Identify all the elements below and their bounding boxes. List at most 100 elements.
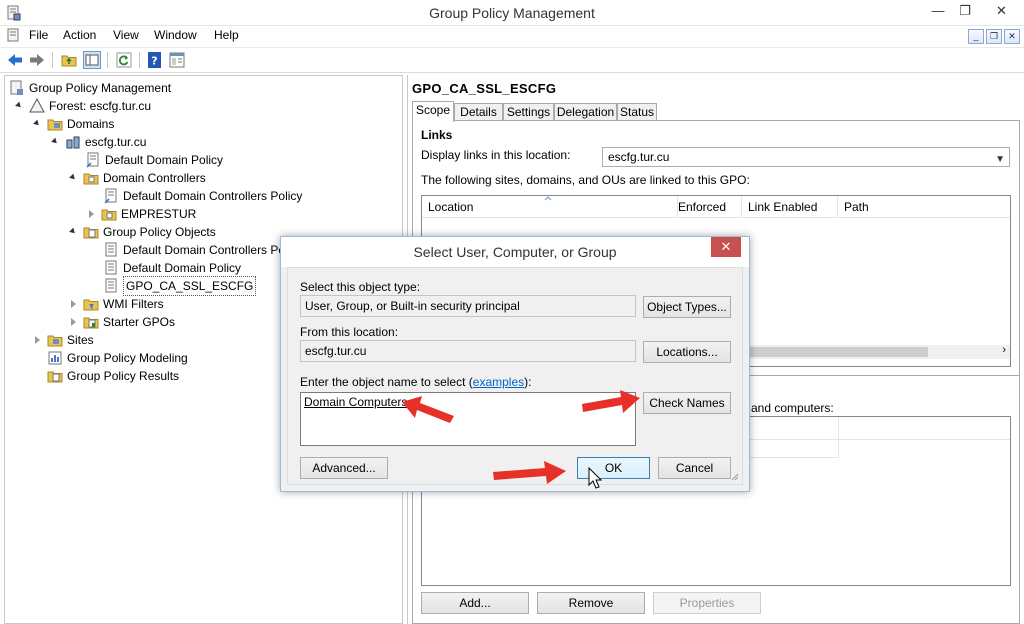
display-links-label: Display links in this location: bbox=[421, 148, 571, 162]
toolbar: ? bbox=[0, 47, 1024, 73]
tab-settings[interactable]: Settings bbox=[503, 103, 554, 121]
modeling-icon bbox=[48, 351, 62, 365]
cancel-button[interactable]: Cancel bbox=[658, 457, 731, 479]
results-icon bbox=[47, 371, 63, 383]
properties-button[interactable]: Properties bbox=[653, 592, 761, 614]
tree-label: Group Policy Results bbox=[67, 369, 180, 383]
up-folder-icon[interactable] bbox=[60, 51, 78, 69]
refresh-icon[interactable] bbox=[115, 51, 133, 69]
close-button[interactable]: ✕ bbox=[979, 0, 1024, 22]
display-links-value: escfg.tur.cu bbox=[608, 150, 670, 164]
tab-delegation[interactable]: Delegation bbox=[554, 103, 617, 121]
collapse-arrow-icon[interactable] bbox=[71, 300, 76, 308]
tree-item-default-dc-policy[interactable]: Default Domain Controllers Policy bbox=[103, 187, 403, 205]
window-title: Group Policy Management bbox=[429, 5, 595, 21]
console-icon[interactable] bbox=[7, 28, 21, 42]
dialog-title: Select User, Computer, or Group bbox=[413, 244, 617, 260]
ou-folder-icon bbox=[101, 209, 117, 221]
tab-details[interactable]: Details bbox=[454, 103, 503, 121]
display-links-dropdown[interactable]: escfg.tur.cu ▼ bbox=[602, 147, 1010, 167]
menu-action[interactable]: Action bbox=[63, 28, 96, 42]
dialog-title-bar: Select User, Computer, or Group ✕ bbox=[281, 237, 749, 267]
links-heading: Links bbox=[421, 128, 453, 142]
tree-item-default-domain-policy[interactable]: Default Domain Policy bbox=[85, 151, 385, 169]
scroll-right-icon[interactable]: › bbox=[1002, 344, 1006, 356]
mdi-close-button[interactable]: ✕ bbox=[1004, 29, 1020, 44]
tree-label: WMI Filters bbox=[103, 297, 164, 311]
advanced-button[interactable]: Advanced... bbox=[300, 457, 388, 479]
column-path[interactable]: Path bbox=[838, 196, 1008, 218]
object-name-value: Domain Computers bbox=[304, 395, 408, 409]
menu-view[interactable]: View bbox=[113, 28, 139, 42]
gpo-icon bbox=[105, 260, 117, 275]
examples-link[interactable]: examples bbox=[473, 375, 524, 389]
domain-icon bbox=[66, 136, 80, 149]
remove-button[interactable]: Remove bbox=[537, 592, 645, 614]
tree-label: Forest: escfg.tur.cu bbox=[49, 99, 152, 113]
tree-label: Domain Controllers bbox=[103, 171, 206, 185]
locations-button[interactable]: Locations... bbox=[643, 341, 731, 363]
show-hide-tree-icon[interactable] bbox=[83, 51, 101, 69]
menu-bar: File Action View Window Help _ ❐ ✕ bbox=[0, 26, 1024, 46]
ou-folder-icon bbox=[83, 173, 99, 185]
tree-label: Default Domain Policy bbox=[123, 261, 242, 275]
expand-arrow-icon[interactable] bbox=[51, 137, 59, 146]
annotation-arrow-icon bbox=[402, 396, 454, 423]
gpo-link-icon bbox=[86, 152, 99, 168]
help-icon[interactable]: ? bbox=[146, 51, 164, 69]
menu-help[interactable]: Help bbox=[214, 28, 239, 42]
expand-arrow-icon[interactable] bbox=[69, 173, 77, 182]
expand-arrow-icon[interactable] bbox=[69, 227, 77, 236]
gpo-icon bbox=[105, 242, 117, 257]
resize-grip-icon[interactable] bbox=[731, 473, 739, 481]
starter-gpo-folder-icon bbox=[83, 317, 99, 329]
collapse-arrow-icon[interactable] bbox=[71, 318, 76, 326]
domains-folder-icon bbox=[47, 119, 63, 131]
check-names-button[interactable]: Check Names bbox=[643, 392, 731, 414]
properties-view-icon[interactable] bbox=[168, 51, 186, 69]
collapse-arrow-icon[interactable] bbox=[35, 336, 40, 344]
tree-item-emprestur[interactable]: EMPRESTUR bbox=[85, 205, 385, 223]
menu-file[interactable]: File bbox=[29, 28, 48, 42]
menu-window[interactable]: Window bbox=[154, 28, 197, 42]
tree-label: Starter GPOs bbox=[103, 315, 176, 329]
tab-status[interactable]: Status bbox=[617, 103, 657, 121]
tree-item-domains[interactable]: Domains bbox=[31, 115, 331, 133]
column-enforced[interactable]: Enforced bbox=[672, 196, 742, 218]
add-button[interactable]: Add... bbox=[421, 592, 529, 614]
minimize-button[interactable]: — bbox=[925, 0, 951, 22]
forward-arrow-icon[interactable] bbox=[28, 51, 46, 69]
dialog-close-button[interactable]: ✕ bbox=[711, 237, 741, 257]
collapse-arrow-icon[interactable] bbox=[89, 210, 94, 218]
sort-ascending-icon bbox=[544, 196, 552, 201]
tree-item-domain[interactable]: escfg.tur.cu bbox=[49, 133, 349, 151]
tree-label: Default Domain Policy bbox=[105, 153, 224, 167]
enter-name-suffix: ): bbox=[524, 375, 532, 389]
security-filter-description: and computers: bbox=[751, 401, 834, 415]
tree-item-domain-controllers[interactable]: Domain Controllers bbox=[67, 169, 367, 187]
chevron-down-icon: ▼ bbox=[995, 154, 1005, 165]
mdi-minimize-button[interactable]: _ bbox=[968, 29, 984, 44]
expand-arrow-icon[interactable] bbox=[33, 119, 41, 128]
gpm-console-icon bbox=[10, 80, 23, 95]
svg-text:?: ? bbox=[151, 55, 157, 68]
tree-label: GPO_CA_SSL_ESCFG bbox=[123, 276, 257, 296]
gpo-icon bbox=[105, 278, 117, 293]
tab-scope[interactable]: Scope bbox=[412, 101, 454, 122]
mdi-restore-button[interactable]: ❐ bbox=[986, 29, 1002, 44]
gpo-link-icon bbox=[104, 188, 117, 204]
tree-item-forest[interactable]: Forest: escfg.tur.cu bbox=[13, 97, 313, 115]
expand-arrow-icon[interactable] bbox=[15, 101, 23, 110]
object-types-button[interactable]: Object Types... bbox=[643, 296, 731, 318]
maximize-button[interactable]: ❐ bbox=[952, 0, 978, 22]
back-arrow-icon[interactable] bbox=[6, 51, 24, 69]
scrollbar-thumb[interactable] bbox=[722, 347, 928, 357]
tree-label: Domains bbox=[67, 117, 115, 131]
tree-label: Default Domain Controllers Policy bbox=[123, 189, 303, 203]
toolbar-separator bbox=[107, 52, 108, 68]
toolbar-separator bbox=[139, 52, 140, 68]
object-type-label: Select this object type: bbox=[300, 280, 421, 294]
annotation-arrow-icon bbox=[493, 461, 566, 484]
tree-item-root[interactable]: Group Policy Management bbox=[9, 79, 309, 97]
column-link-enabled[interactable]: Link Enabled bbox=[742, 196, 838, 218]
